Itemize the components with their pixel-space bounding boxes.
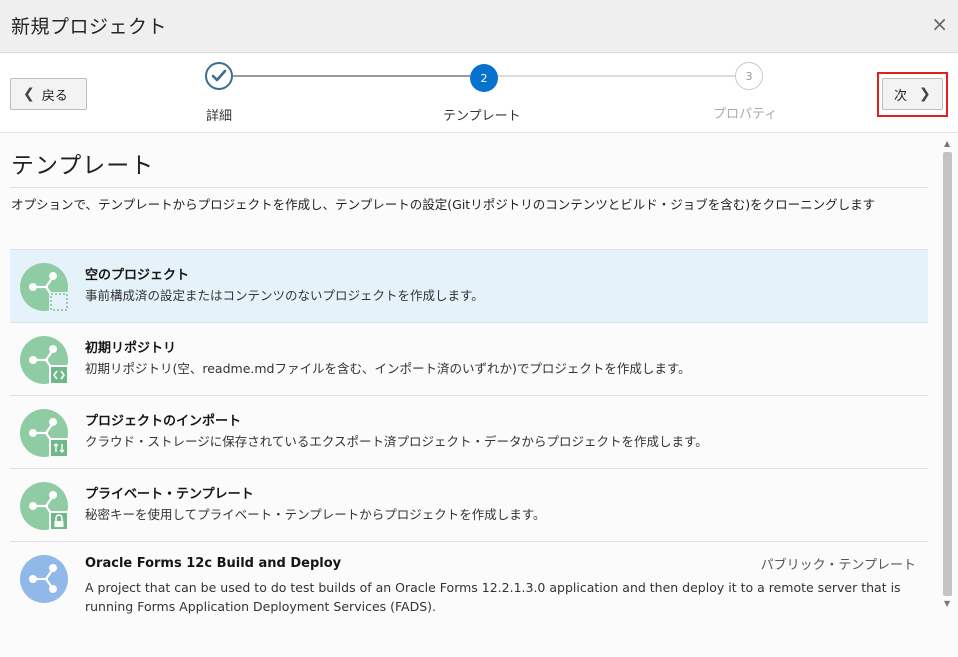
template-item-empty-project[interactable]: 空のプロジェクト 事前構成済の設定またはコンテンツのないプロジェクトを作成します… [10, 250, 928, 323]
import-project-icon [20, 409, 69, 458]
dialog-title: 新規プロジェクト [11, 16, 168, 38]
step-details-label: 詳細 [206, 109, 233, 124]
wizard-train: ❮ 戻る 詳細 2 テンプレート 3 プロパティ 次 ❯ [0, 54, 958, 133]
template-description: クラウド・ストレージに保存されているエクスポート済プロジェクト・データからプロジ… [85, 434, 708, 449]
step-properties-number[interactable]: 3 [735, 62, 763, 90]
back-button[interactable]: ❮ 戻る [10, 78, 87, 110]
template-description: 秘密キーを使用してプライベート・テンプレートからプロジェクトを作成します。 [85, 507, 546, 522]
template-description: 初期リポジトリ(空、readme.mdファイルを含む、インポート済のいずれか)で… [85, 361, 691, 376]
template-description: A project that can be used to do test bu… [85, 580, 901, 614]
template-list: 空のプロジェクト 事前構成済の設定またはコンテンツのないプロジェクトを作成します… [10, 250, 928, 642]
empty-project-icon [20, 263, 69, 312]
step-details-checkmark-icon[interactable] [205, 62, 233, 90]
dialog-header: 新規プロジェクト × [0, 0, 958, 53]
template-name: Oracle Forms 12c Build and Deploy [85, 556, 342, 571]
divider [10, 187, 928, 188]
template-name: プライベート・テンプレート [85, 487, 254, 502]
section-description: オプションで、テンプレートからプロジェクトを作成し、テンプレートの設定(Gitリ… [11, 197, 876, 212]
close-icon[interactable]: × [931, 12, 948, 36]
scroll-up-icon[interactable]: ▲ [944, 139, 950, 148]
vertical-scrollbar[interactable]: ▲ ▼ [940, 134, 958, 657]
template-item-oracle-forms[interactable]: Oracle Forms 12c Build and Deploy パブリック・… [10, 542, 928, 642]
section-title: テンプレート [11, 153, 155, 179]
chevron-left-icon: ❮ [23, 86, 35, 102]
public-template-tag: パブリック・テンプレート [760, 558, 916, 573]
next-button-highlight: 次 ❯ [877, 72, 948, 117]
scroll-down-icon[interactable]: ▼ [944, 599, 950, 608]
template-item-import-project[interactable]: プロジェクトのインポート クラウド・ストレージに保存されているエクスポート済プロ… [10, 396, 928, 469]
step-properties-label: プロパティ [713, 107, 778, 122]
template-description: 事前構成済の設定またはコンテンツのないプロジェクトを作成します。 [85, 288, 484, 303]
step-template-number[interactable]: 2 [470, 64, 498, 92]
chevron-right-icon: ❯ [919, 86, 931, 102]
next-button[interactable]: 次 ❯ [882, 78, 943, 110]
initial-repository-icon [20, 336, 69, 385]
public-template-icon [20, 555, 68, 603]
content-area: テンプレート オプションで、テンプレートからプロジェクトを作成し、テンプレートの… [0, 134, 940, 657]
private-template-icon [20, 482, 69, 531]
scrollbar-thumb[interactable] [943, 152, 952, 596]
train-connector [498, 75, 735, 77]
next-button-label: 次 [894, 88, 908, 104]
template-name: プロジェクトのインポート [85, 414, 242, 429]
train-connector [233, 75, 470, 77]
template-name: 空のプロジェクト [85, 268, 190, 283]
template-item-initial-repository[interactable]: 初期リポジトリ 初期リポジトリ(空、readme.mdファイルを含む、インポート… [10, 323, 928, 396]
step-template-label: テンプレート [443, 109, 521, 124]
template-name: 初期リポジトリ [85, 341, 177, 356]
back-button-label: 戻る [41, 88, 68, 104]
template-item-private-template[interactable]: プライベート・テンプレート 秘密キーを使用してプライベート・テンプレートからプロ… [10, 469, 928, 542]
